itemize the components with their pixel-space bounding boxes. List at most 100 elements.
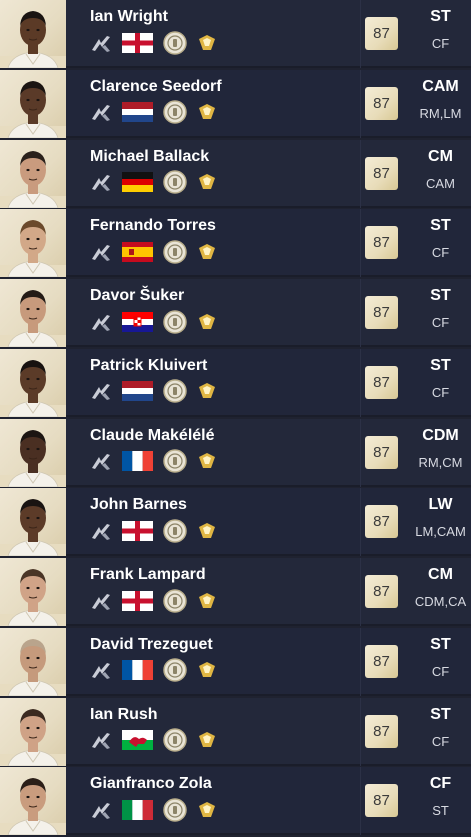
player-alt-positions: ST <box>432 803 449 819</box>
player-attributes <box>90 30 227 58</box>
column-divider <box>360 697 361 766</box>
player-rating: 87 <box>365 296 398 329</box>
player-portrait <box>0 209 66 278</box>
player-alt-positions: RM,CM <box>418 454 463 470</box>
player-portrait <box>0 139 66 208</box>
player-position: ST <box>430 356 451 374</box>
player-alt-positions: CF <box>431 36 450 51</box>
player-name: Michael Ballack <box>90 147 210 165</box>
league-badge-icon <box>197 173 217 196</box>
player-alt-positions: LM,CAM <box>415 524 466 540</box>
player-portrait <box>0 69 66 138</box>
column-divider <box>360 69 361 138</box>
player-portrait <box>0 558 66 626</box>
player-attributes <box>90 658 227 685</box>
player-name: David Trezeguet <box>90 635 213 653</box>
league-badge-icon <box>197 452 217 475</box>
player-portrait <box>0 348 66 417</box>
nation-flag-icon <box>122 799 153 825</box>
column-divider <box>360 418 361 487</box>
column-divider <box>360 488 361 557</box>
player-portrait <box>0 697 66 766</box>
player-row[interactable]: David Trezeguet 87 ST CF <box>0 627 471 696</box>
player-alt-positions: CDM,CA <box>414 594 467 609</box>
player-alt-positions: CF <box>431 733 450 749</box>
column-divider <box>360 139 361 208</box>
workrate-icon <box>90 172 112 197</box>
player-position: CAM <box>422 77 459 95</box>
club-badge-icon <box>163 588 187 618</box>
club-badge-icon <box>163 728 187 757</box>
player-name: John Barnes <box>90 496 187 514</box>
column-divider <box>360 348 361 417</box>
club-badge-icon <box>163 170 187 199</box>
player-portrait <box>0 279 66 347</box>
player-row[interactable]: Fernando Torres 87 ST CF <box>0 209 471 278</box>
workrate-icon <box>90 451 112 476</box>
player-row[interactable]: Clarence Seedorf 87 CAM RM,LM <box>0 69 471 138</box>
column-divider <box>360 558 361 626</box>
player-alt-positions: CF <box>431 245 450 261</box>
player-row[interactable]: Ian Rush 87 ST CF <box>0 697 471 766</box>
player-alt-positions: CF <box>431 315 450 330</box>
player-rating: 87 <box>365 784 398 818</box>
player-row[interactable]: Davor Šuker 87 ST CF <box>0 279 471 347</box>
player-portrait <box>0 418 66 487</box>
club-badge-icon <box>163 379 187 408</box>
player-position: CF <box>429 775 452 793</box>
nation-flag-icon <box>122 381 153 406</box>
nation-flag-icon <box>122 311 153 337</box>
player-row[interactable]: Frank Lampard 87 CM CDM,CA <box>0 558 471 626</box>
league-badge-icon <box>197 592 217 615</box>
player-rating: 87 <box>365 226 398 260</box>
player-rating: 87 <box>365 435 398 469</box>
player-row[interactable]: Patrick Kluivert 87 ST CF <box>0 348 471 417</box>
nation-flag-icon <box>122 172 153 197</box>
club-badge-icon <box>163 449 187 478</box>
nation-flag-icon <box>122 102 153 127</box>
player-rating: 87 <box>365 505 398 539</box>
nation-flag-icon <box>122 520 153 546</box>
nation-flag-icon <box>122 32 153 58</box>
club-badge-icon <box>163 658 187 687</box>
player-name: Davor Šuker <box>90 287 185 304</box>
player-rating: 87 <box>365 644 398 678</box>
column-divider <box>360 0 361 68</box>
nation-flag-icon <box>122 660 153 685</box>
player-attributes <box>90 100 227 127</box>
workrate-icon <box>90 242 112 267</box>
league-badge-icon <box>197 731 217 754</box>
player-position: ST <box>430 217 451 235</box>
workrate-icon <box>90 660 112 685</box>
player-rating: 87 <box>365 575 398 608</box>
player-name: Claude Makélélé <box>90 426 215 444</box>
player-position: ST <box>430 705 451 723</box>
player-position: ST <box>430 287 451 304</box>
player-row[interactable]: Michael Ballack 87 CM CAM <box>0 139 471 208</box>
player-name: Clarence Seedorf <box>90 77 222 95</box>
player-position: ST <box>430 8 451 25</box>
player-row[interactable]: John Barnes 87 LW LM,CAM <box>0 488 471 557</box>
player-name: Ian Wright <box>90 8 168 25</box>
nation-flag-icon <box>122 730 153 755</box>
player-portrait <box>0 0 66 68</box>
club-badge-icon <box>163 519 187 548</box>
column-divider <box>360 767 361 836</box>
column-divider <box>360 209 361 278</box>
player-row[interactable]: Ian Wright 87 ST CF <box>0 0 471 68</box>
player-attributes <box>90 170 227 197</box>
player-row[interactable]: Gianfranco Zola 87 CF ST <box>0 767 471 836</box>
player-attributes <box>90 519 227 546</box>
player-name: Frank Lampard <box>90 566 206 583</box>
league-badge-icon <box>197 243 217 266</box>
player-rating: 87 <box>365 156 398 190</box>
player-row[interactable]: Claude Makélélé 87 CDM RM,CM <box>0 418 471 487</box>
workrate-icon <box>90 33 112 58</box>
workrate-icon <box>90 312 112 337</box>
player-attributes <box>90 588 227 615</box>
player-position: LW <box>428 496 453 514</box>
player-portrait <box>0 627 66 696</box>
player-list: Ian Wright 87 ST CF Clarence Seedorf 87 … <box>0 0 471 837</box>
player-position: CM <box>428 566 453 583</box>
league-badge-icon <box>197 103 217 126</box>
